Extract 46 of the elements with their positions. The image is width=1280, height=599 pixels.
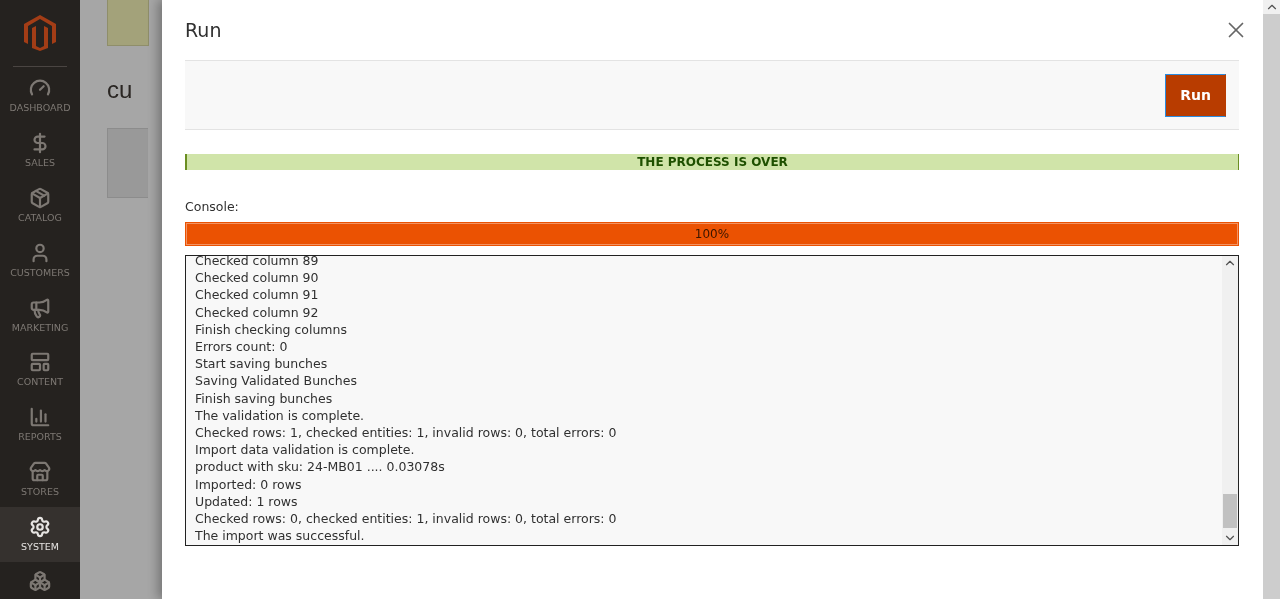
sidebar-item[interactable]: DASHBOARD <box>0 67 80 123</box>
sidebar-item[interactable]: CUSTOMERS <box>0 232 80 288</box>
content-panel <box>107 128 148 198</box>
sidebar-item[interactable]: CATALOG <box>0 177 80 233</box>
console-line: Finish saving bunches <box>195 389 334 407</box>
sidebar-item[interactable]: STORES <box>0 451 80 507</box>
scroll-thumb[interactable] <box>1223 494 1237 528</box>
boxes-icon[interactable] <box>29 569 51 592</box>
progress-reading: 100% <box>693 226 731 243</box>
megaphone-icon <box>29 296 51 319</box>
console-line: Start saving bunches <box>195 355 329 373</box>
bar-chart-icon <box>29 406 51 429</box>
console-line: Saving Validated Bunches <box>195 372 358 390</box>
console-line: Checked rows: 0, checked entities: 1, invalid rows: 0, total errors: 0 <box>195 510 618 528</box>
status-message: THE PROCESS IS OVER <box>185 154 1239 170</box>
console-line: Checked column 90 <box>195 269 320 287</box>
modal-title: Run <box>185 19 222 41</box>
scrollbar[interactable] <box>1222 256 1238 545</box>
console-line: Checked column 92 <box>195 303 320 321</box>
console-line: Checked column 89 <box>195 256 320 270</box>
console-line: Finish checking columns <box>195 320 348 338</box>
box-icon <box>29 186 51 209</box>
sidebar-item[interactable]: CONTENT <box>0 342 80 397</box>
sidebar-item[interactable]: REPORTS <box>0 396 80 452</box>
console-line: Updated: 1 rows <box>195 492 299 511</box>
console-line: The import was successful. <box>195 527 366 545</box>
console-line: Errors count: 0 <box>195 338 289 356</box>
store-icon <box>29 461 51 484</box>
console-line: Imported: 0 rows <box>195 475 303 493</box>
sidebar-item[interactable]: MARKETING <box>0 287 80 342</box>
console-line: product with sku: 24-MB01 .... 0.03078s <box>195 458 446 476</box>
console-line: Import data validation is complete. <box>195 441 416 459</box>
console-line: Checked rows: 1, checked entities: 1, invalid rows: 0, total errors: 0 <box>195 424 618 442</box>
console-line: The validation is complete. <box>195 406 366 425</box>
person-icon <box>29 241 51 264</box>
page-heading: cu <box>107 76 134 104</box>
run-button[interactable]: Run <box>1165 73 1226 117</box>
console-line: Checked column 91 <box>195 286 320 304</box>
sidebar-item[interactable]: SALES <box>0 122 80 178</box>
gear-icon <box>29 516 51 539</box>
layout-icon <box>29 351 51 374</box>
sidebar-item[interactable]: SYSTEM <box>0 506 80 562</box>
page-scrollbar[interactable] <box>1263 0 1280 599</box>
notice-panel <box>107 0 149 46</box>
console-label: Console: <box>185 199 240 214</box>
logo-icon <box>24 15 56 52</box>
